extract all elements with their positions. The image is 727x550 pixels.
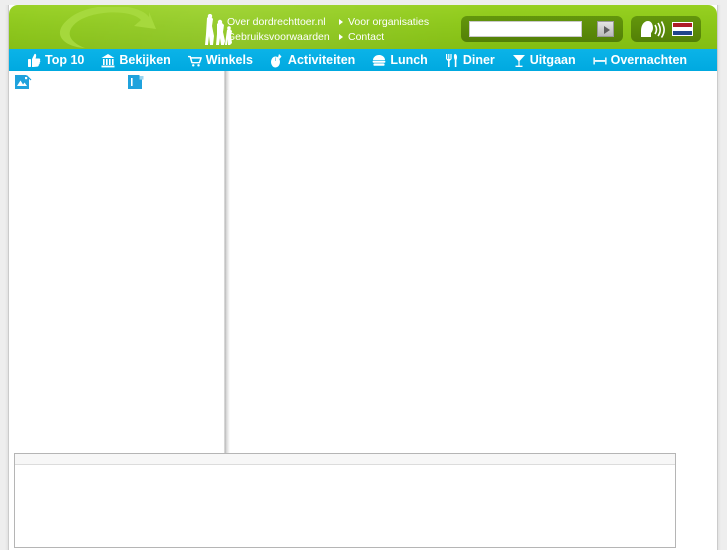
museum-building-icon [101, 53, 115, 67]
search-input[interactable] [469, 21, 582, 37]
nav-item-top-10[interactable]: Top 10 [27, 49, 84, 71]
nav-label: Bekijken [119, 53, 171, 67]
bottom-panel-header [15, 454, 675, 465]
nav-label: Uitgaan [529, 53, 576, 67]
nav-item-overnachten[interactable]: Overnachten [593, 49, 687, 71]
main-navigation: Top 10 Bekijken Winkels Activiteiten Lun… [9, 49, 717, 71]
right-column-text [9, 71, 10, 72]
nav-item-bekijken[interactable]: Bekijken [101, 49, 171, 71]
search-submit-button[interactable] [597, 21, 614, 37]
dutch-flag-icon[interactable] [672, 22, 693, 36]
broken-image-icon [15, 75, 32, 89]
nav-item-lunch[interactable]: Lunch [372, 49, 428, 71]
flag-stripe-blue [673, 31, 692, 35]
read-aloud-speech-icon[interactable] [638, 20, 666, 38]
site-header: Over dordrechttoer.nl Voor organisaties … [9, 5, 717, 49]
fork-knife-icon [445, 53, 457, 67]
header-links-row-2: Gebruiksvoorwaarden Contact [227, 30, 457, 45]
nav-label: Activiteiten [287, 53, 356, 67]
link-voor-organisaties[interactable]: Voor organisaties [339, 15, 429, 30]
nav-label: Top 10 [45, 53, 85, 67]
link-contact[interactable]: Contact [339, 30, 384, 45]
cocktail-glass-icon [512, 54, 525, 67]
nav-label: Overnachten [610, 53, 688, 67]
content-area [9, 71, 717, 453]
bottom-panel-body [15, 465, 675, 547]
page-shell: Over dordrechttoer.nl Voor organisaties … [5, 5, 721, 550]
nav-item-winkels[interactable]: Winkels [187, 49, 253, 71]
mouse-pointer-icon [270, 53, 282, 67]
broken-image-icon [128, 75, 145, 89]
link-over-dordrechttoer[interactable]: Over dordrechttoer.nl [227, 15, 326, 30]
bed-icon [593, 56, 607, 64]
nav-item-diner[interactable]: Diner [445, 49, 495, 71]
shopping-cart-icon [187, 55, 202, 67]
language-pod [631, 16, 701, 42]
nav-item-uitgaan[interactable]: Uitgaan [512, 49, 576, 71]
nav-label: Lunch [390, 53, 428, 67]
bottom-panel [14, 453, 676, 548]
header-links-row-1: Over dordrechttoer.nl Voor organisaties [227, 15, 457, 30]
header-top-links: Over dordrechttoer.nl Voor organisaties … [227, 15, 457, 45]
nav-label: Winkels [205, 53, 253, 67]
sandwich-icon [372, 54, 386, 66]
link-gebruiksvoorwaarden[interactable]: Gebruiksvoorwaarden [227, 30, 330, 45]
thumbs-up-icon [28, 53, 41, 67]
column-divider [221, 71, 230, 453]
search-pod [461, 16, 623, 42]
play-arrow-icon [604, 25, 610, 34]
left-column-text [9, 71, 10, 72]
nav-item-activiteiten[interactable]: Activiteiten [270, 49, 355, 71]
circular-arrow-swoosh-logo[interactable] [31, 7, 171, 49]
nav-label: Diner [462, 53, 495, 67]
